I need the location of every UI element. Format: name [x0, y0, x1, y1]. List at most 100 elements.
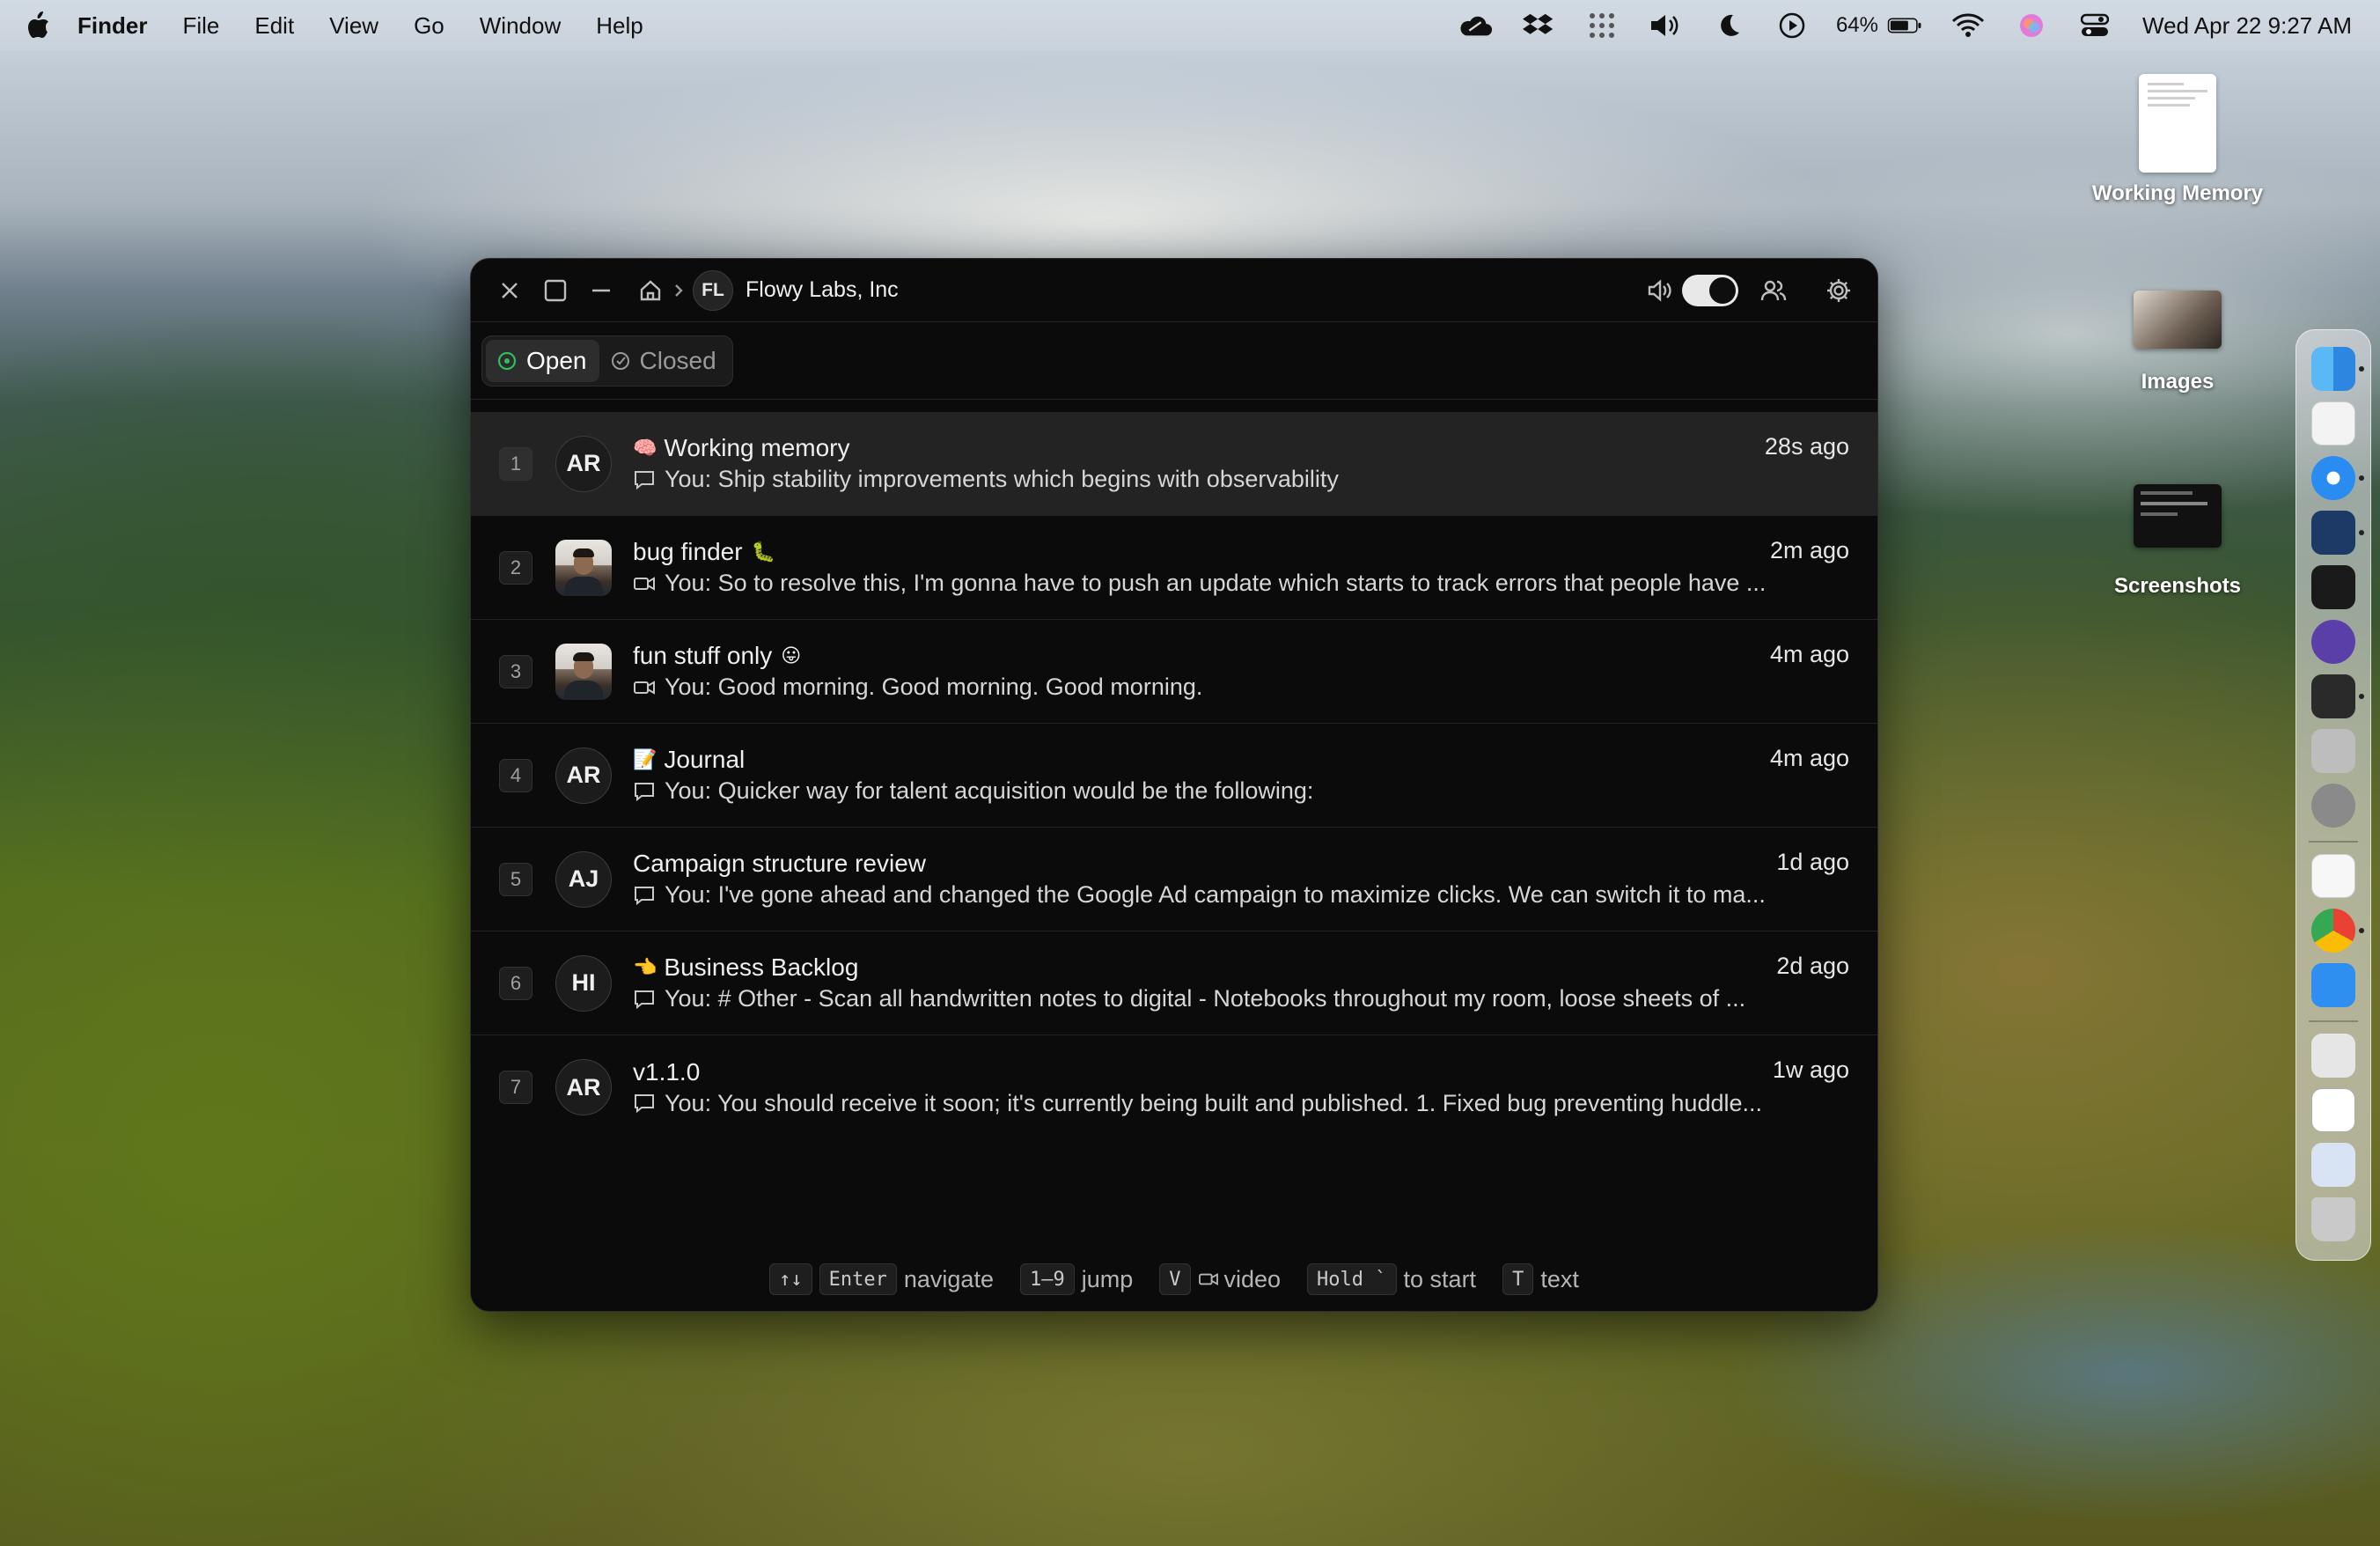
safari-icon[interactable]	[2311, 456, 2364, 500]
row-number: 6	[499, 966, 533, 1000]
tab-closed[interactable]: Closed	[599, 340, 729, 382]
avatar: AR	[555, 747, 612, 804]
menu-view[interactable]: View	[329, 12, 378, 40]
conversation-row[interactable]: 1 AR 🧠 Working memory You: Ship stabilit…	[471, 412, 1877, 516]
row-number: 2	[499, 550, 533, 585]
wifi-icon[interactable]	[1950, 11, 1986, 40]
control-center-icon[interactable]	[2077, 11, 2112, 40]
chat-bubble-icon	[635, 470, 654, 490]
obsidian-icon[interactable]	[2311, 620, 2355, 664]
row-timestamp: 4m ago	[1769, 745, 1849, 771]
expand-button[interactable]	[533, 268, 578, 313]
menu-window[interactable]: Window	[480, 12, 561, 40]
avatar: AJ	[555, 850, 612, 908]
dropbox-icon[interactable]	[1521, 11, 1556, 40]
minimize-button[interactable]	[578, 268, 624, 313]
desktop-icon-working-memory[interactable]: Working Memory	[2081, 74, 2274, 206]
row-timestamp: 4m ago	[1769, 641, 1849, 667]
tab-open[interactable]: Open	[486, 339, 599, 382]
conversation-row[interactable]: 6 HI 👈 Business Backlog You: # Other - S…	[471, 931, 1877, 1035]
launchpad-icon[interactable]	[2311, 401, 2355, 445]
chrome-icon[interactable]	[2311, 909, 2364, 953]
menu-help[interactable]: Help	[596, 12, 643, 40]
volume-icon[interactable]	[1648, 11, 1683, 40]
row-title-text: Journal	[664, 746, 746, 773]
members-button[interactable]	[1751, 268, 1796, 313]
conversation-row[interactable]: 7 AR v1.1.0 You: You should receive it s…	[471, 1035, 1877, 1139]
row-title: 👈 Business Backlog	[633, 953, 1849, 982]
row-body: 📝 Journal You: Quicker way for talent ac…	[633, 746, 1849, 805]
siri-icon[interactable]	[2014, 11, 2049, 40]
chevron-right-icon	[675, 283, 683, 297]
disk-utility-icon[interactable]	[2311, 729, 2355, 773]
sound-toggle[interactable]	[1682, 275, 1738, 306]
row-preview-text: You: I've gone ahead and changed the Goo…	[665, 881, 1766, 908]
downloads-folder-icon[interactable]	[2311, 1143, 2355, 1187]
row-body: fun stuff only 😛 You: Good morning. Good…	[633, 642, 1849, 701]
row-title: Campaign structure review	[633, 850, 1849, 878]
row-number: 7	[499, 1071, 533, 1104]
document-icon[interactable]	[2311, 1088, 2355, 1132]
breadcrumb: FL Flowy Labs, Inc	[631, 268, 899, 313]
menu-edit[interactable]: Edit	[254, 12, 294, 40]
close-button[interactable]	[487, 268, 533, 313]
system-settings-icon[interactable]	[2311, 784, 2355, 828]
org-name[interactable]: Flowy Labs, Inc	[746, 277, 899, 303]
row-body: Campaign structure review You: I've gone…	[633, 850, 1849, 909]
dock-separator	[2309, 841, 2358, 843]
grid-menu-icon[interactable]	[1584, 11, 1620, 40]
row-preview: You: So to resolve this, I'm gonna have …	[633, 570, 1849, 597]
finder-icon[interactable]	[2311, 347, 2364, 391]
hold-key: Hold `	[1307, 1263, 1397, 1295]
home-button[interactable]	[631, 268, 670, 313]
screenshot-thumbnail	[2134, 484, 2222, 548]
cloud-sync-icon[interactable]	[1458, 11, 1493, 40]
row-title: 📝 Journal	[633, 746, 1849, 774]
row-number: 3	[499, 654, 533, 688]
sound-button[interactable]	[1642, 268, 1678, 313]
menubar-clock[interactable]: Wed Apr 22 9:27 AM	[2142, 12, 2352, 40]
row-number: 1	[499, 446, 533, 481]
conversation-row[interactable]: 3 fun stuff only 😛 You: Good morning. Go…	[471, 620, 1877, 724]
open-circle-icon	[497, 351, 517, 370]
row-timestamp: 28s ago	[1764, 433, 1849, 460]
menu-go[interactable]: Go	[414, 12, 444, 40]
trash-icon[interactable]	[2311, 1197, 2355, 1241]
conversation-row[interactable]: 4 AR 📝 Journal You: Quicker way for tale…	[471, 724, 1877, 828]
row-body: v1.1.0 You: You should receive it soon; …	[633, 1058, 1849, 1117]
play-icon[interactable]	[1774, 11, 1810, 40]
row-timestamp: 1w ago	[1772, 1056, 1849, 1083]
activity-monitor-icon[interactable]	[2311, 565, 2355, 609]
moon-icon[interactable]	[1711, 11, 1746, 40]
chat-bubble-icon	[635, 782, 654, 801]
minus-icon	[592, 289, 610, 291]
battery-icon[interactable]	[1887, 11, 1922, 40]
settings-button[interactable]	[1816, 268, 1862, 313]
tab-closed-label: Closed	[639, 346, 716, 374]
toggle-knob	[1709, 277, 1736, 304]
conversation-list: 1 AR 🧠 Working memory You: Ship stabilit…	[471, 412, 1877, 1139]
org-badge[interactable]: FL	[693, 269, 733, 311]
video-camera-icon	[1198, 1272, 1218, 1286]
hand-emoji-icon: 👈	[633, 956, 657, 978]
apple-menu-icon[interactable]	[25, 11, 51, 40]
conversation-row[interactable]: 2 bug finder 🐛 You: So to resolve this, …	[471, 516, 1877, 620]
row-preview: You: Good morning. Good morning. Good mo…	[633, 674, 1849, 701]
flowy-labs-icon[interactable]	[2311, 674, 2364, 718]
bug-emoji-icon: 🐛	[751, 541, 775, 563]
text-hint: text	[1540, 1265, 1579, 1292]
icloud-icon[interactable]	[2311, 963, 2355, 1007]
row-preview-text: You: # Other - Scan all handwritten note…	[665, 985, 1746, 1012]
calendar-icon[interactable]	[2311, 854, 2355, 898]
preview-icon[interactable]	[2311, 1034, 2355, 1078]
desktop-icon-images[interactable]: Images	[2081, 291, 2274, 394]
messages-app-icon[interactable]	[2311, 511, 2364, 555]
image-thumbnail	[2134, 291, 2222, 349]
row-timestamp: 2m ago	[1769, 537, 1849, 563]
close-icon	[502, 282, 518, 298]
avatar-photo	[555, 643, 612, 700]
menu-file[interactable]: File	[182, 12, 219, 40]
menu-app-name[interactable]: Finder	[77, 12, 147, 40]
desktop-icon-screenshots[interactable]: Screenshots	[2081, 484, 2274, 599]
conversation-row[interactable]: 5 AJ Campaign structure review You: I've…	[471, 828, 1877, 931]
